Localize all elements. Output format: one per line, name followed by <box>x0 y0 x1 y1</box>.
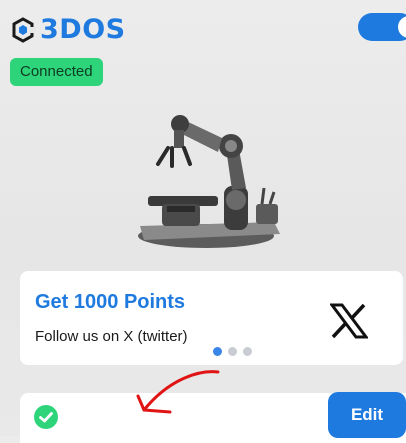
red-arrow-annotation <box>136 370 220 414</box>
carousel-dot[interactable] <box>228 347 237 356</box>
check-circle-icon <box>34 405 58 429</box>
carousel-dots <box>213 347 252 356</box>
x-logo-icon <box>330 303 368 339</box>
app-logo: 3DOS <box>10 14 126 45</box>
logo-text: 3DOS <box>40 14 126 45</box>
toggle-knob <box>398 16 406 38</box>
status-badge: Connected <box>10 58 103 86</box>
3dos-logo-icon <box>12 16 36 43</box>
promo-title: Get 1000 Points <box>35 291 186 313</box>
carousel-dot[interactable] <box>243 347 252 356</box>
robot-arm-illustration <box>138 115 280 248</box>
edit-button[interactable]: Edit <box>328 392 406 438</box>
promo-subtitle: Follow us on X (twitter) <box>35 328 188 345</box>
carousel-dot[interactable] <box>213 347 222 356</box>
toggle-switch[interactable] <box>358 13 406 41</box>
promo-card[interactable]: Get 1000 Points Follow us on X (twitter) <box>20 271 403 365</box>
